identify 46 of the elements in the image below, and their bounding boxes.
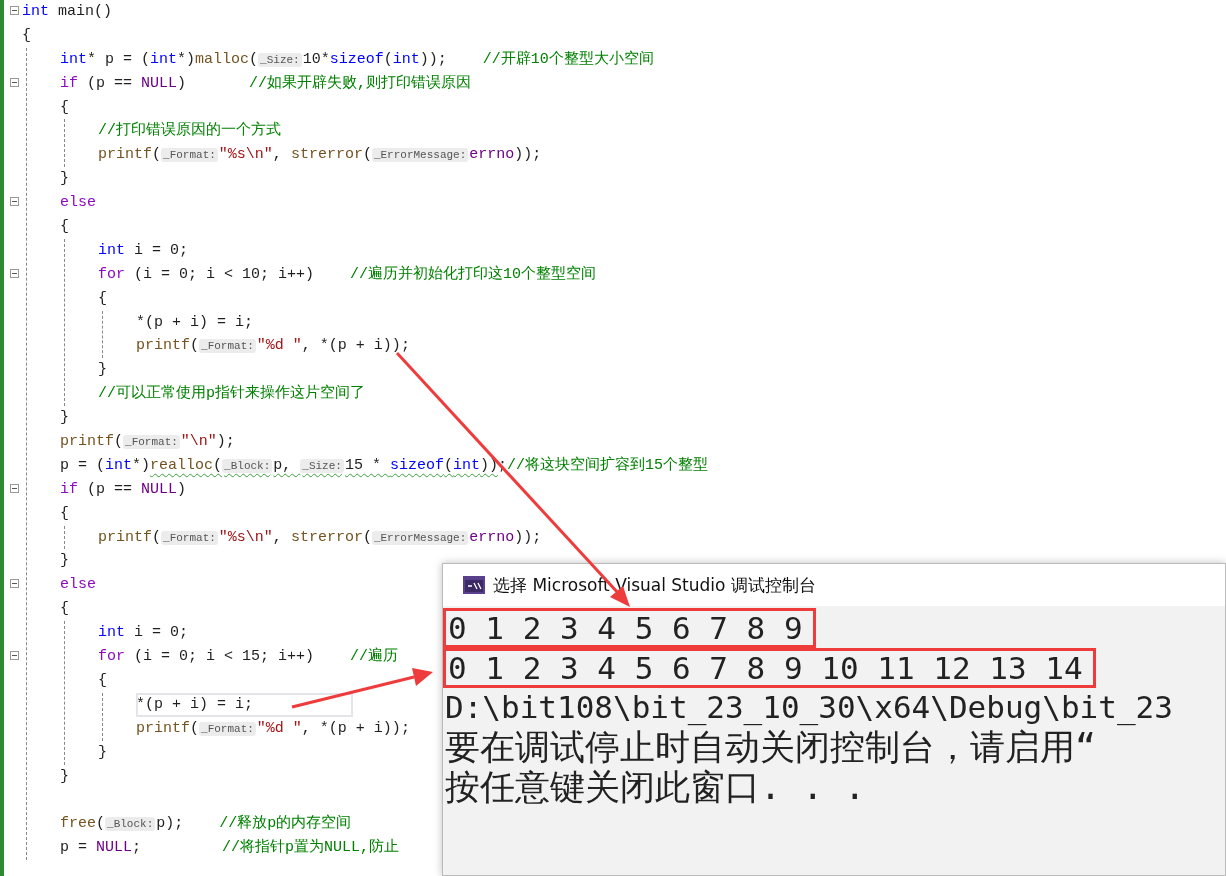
code-line: } xyxy=(60,766,69,787)
code-line: else xyxy=(60,575,96,596)
code-line: { xyxy=(60,97,69,118)
collapse-icon[interactable] xyxy=(10,268,19,278)
code-line: { xyxy=(98,288,107,309)
code-line: { xyxy=(22,25,31,46)
code-line: for (i = 0; i < 10; i++) //遍历并初始化打印这10个整型空间 xyxy=(98,264,597,285)
collapse-icon[interactable] xyxy=(10,579,19,589)
code-line: int main() xyxy=(22,2,113,22)
collapse-icon[interactable] xyxy=(10,197,19,207)
code-line: } xyxy=(60,408,69,429)
code-line: free(_Block: p); //释放p的内存空间 xyxy=(60,813,352,835)
code-line: for (i = 0; i < 15; i++) //遍历 xyxy=(98,646,399,668)
code-line: int* p = (int*)malloc(_Size: 10*sizeof(int)); //开辟10个整型大小空间 xyxy=(60,49,654,70)
code-line: //可以正常使用p指针来操作这片空间了 xyxy=(98,383,365,405)
code-line: } xyxy=(60,551,69,572)
collapse-icon[interactable] xyxy=(10,77,19,87)
code-line: printf(_Format: "%s\n", strerror(_ErrorMessage: errno)); xyxy=(98,527,542,548)
code-line: else xyxy=(60,193,96,214)
console-output-line: D:\bit108\bit_23_10_30\x64\Debug\bit_23 xyxy=(444,688,1174,728)
code-line: { xyxy=(60,599,69,620)
code-line: { xyxy=(60,217,69,237)
code-line: int i = 0; xyxy=(98,623,189,644)
code-line: } xyxy=(98,742,107,763)
code-line: if (p == NULL) //如果开辟失败,则打印错误原因 xyxy=(60,73,472,94)
code-line: printf(_Format: "\n"); xyxy=(60,432,235,453)
collapse-icon[interactable] xyxy=(10,651,19,661)
console-output-line: 按任意键关闭此窗口. . . xyxy=(444,768,867,808)
code-line: p = NULL; //将指针p置为NULL,防止 xyxy=(60,837,400,859)
code-line: printf(_Format: "%d ", *(p + i)); xyxy=(136,336,410,357)
console-icon xyxy=(463,576,485,594)
collapse-icon[interactable] xyxy=(10,6,19,15)
code-line: printf(_Format: "%d ", *(p + i)); xyxy=(136,718,410,739)
collapse-icon[interactable] xyxy=(10,483,19,493)
console-output-line: 要在调试停止时自动关闭控制台，请启用“ xyxy=(444,728,1098,768)
code-line: if (p == NULL) xyxy=(60,479,187,500)
code-line: } xyxy=(98,360,107,381)
window-title: 选择 Microsoft Visual Studio 调试控制台 xyxy=(493,573,816,597)
code-line: *(p + i) = i; xyxy=(136,692,354,717)
code-line: printf(_Format: "%s\n", strerror(_ErrorMessage: errno)); xyxy=(98,145,542,166)
code-line: int i = 0; xyxy=(98,240,189,261)
code-line: { xyxy=(60,503,69,524)
code-line: } xyxy=(60,169,69,190)
code-line: //打印错误原因的一个方式 xyxy=(98,120,281,142)
code-line: { xyxy=(98,670,107,691)
code-line: *(p + i) = i; xyxy=(136,312,254,333)
